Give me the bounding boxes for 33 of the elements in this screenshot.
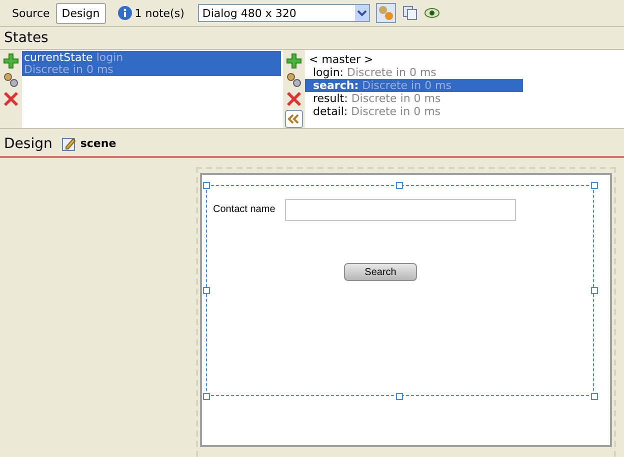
- delete-icon[interactable]: [3, 91, 19, 107]
- info-icon: [118, 6, 132, 20]
- copy-icon[interactable]: [402, 5, 418, 21]
- state-item[interactable]: result: Discrete in 0 ms: [305, 92, 523, 105]
- pencil-note-icon[interactable]: [62, 136, 76, 150]
- state-item[interactable]: detail: Discrete in 0 ms: [305, 105, 523, 118]
- resize-handle[interactable]: [396, 182, 403, 189]
- resize-handle[interactable]: [396, 393, 403, 400]
- scene-label[interactable]: scene: [80, 137, 116, 150]
- field-label: Contact name: [213, 204, 276, 215]
- design-header: Design: [4, 136, 52, 152]
- state-item[interactable]: < master >: [305, 53, 523, 66]
- resize-handle[interactable]: [203, 182, 210, 189]
- input-field[interactable]: [285, 199, 516, 221]
- view-tab[interactable]: Design: [56, 2, 106, 24]
- resize-handle[interactable]: [203, 393, 210, 400]
- resize-handle[interactable]: [203, 287, 210, 294]
- notes-count[interactable]: 1 note(s): [134, 6, 184, 20]
- eye-icon[interactable]: [424, 7, 440, 19]
- add-icon[interactable]: [286, 53, 302, 69]
- current-state-row[interactable]: currentState login Discrete in 0 ms: [22, 51, 281, 76]
- resize-handle[interactable]: [591, 393, 598, 400]
- device-dropdown[interactable]: Dialog 480 x 320: [198, 4, 370, 22]
- state-item[interactable]: login: Discrete in 0 ms: [305, 66, 523, 79]
- search-button[interactable]: Search: [344, 263, 417, 281]
- delete-icon[interactable]: [286, 91, 302, 107]
- chevron-down-icon: [355, 5, 370, 21]
- state-item[interactable]: search: Discrete in 0 ms: [305, 79, 523, 92]
- resize-handle[interactable]: [591, 287, 598, 294]
- view-tab[interactable]: Source: [6, 2, 56, 24]
- add-icon[interactable]: [3, 53, 19, 69]
- double-chevron-left-icon[interactable]: [285, 110, 303, 128]
- resize-handle[interactable]: [591, 182, 598, 189]
